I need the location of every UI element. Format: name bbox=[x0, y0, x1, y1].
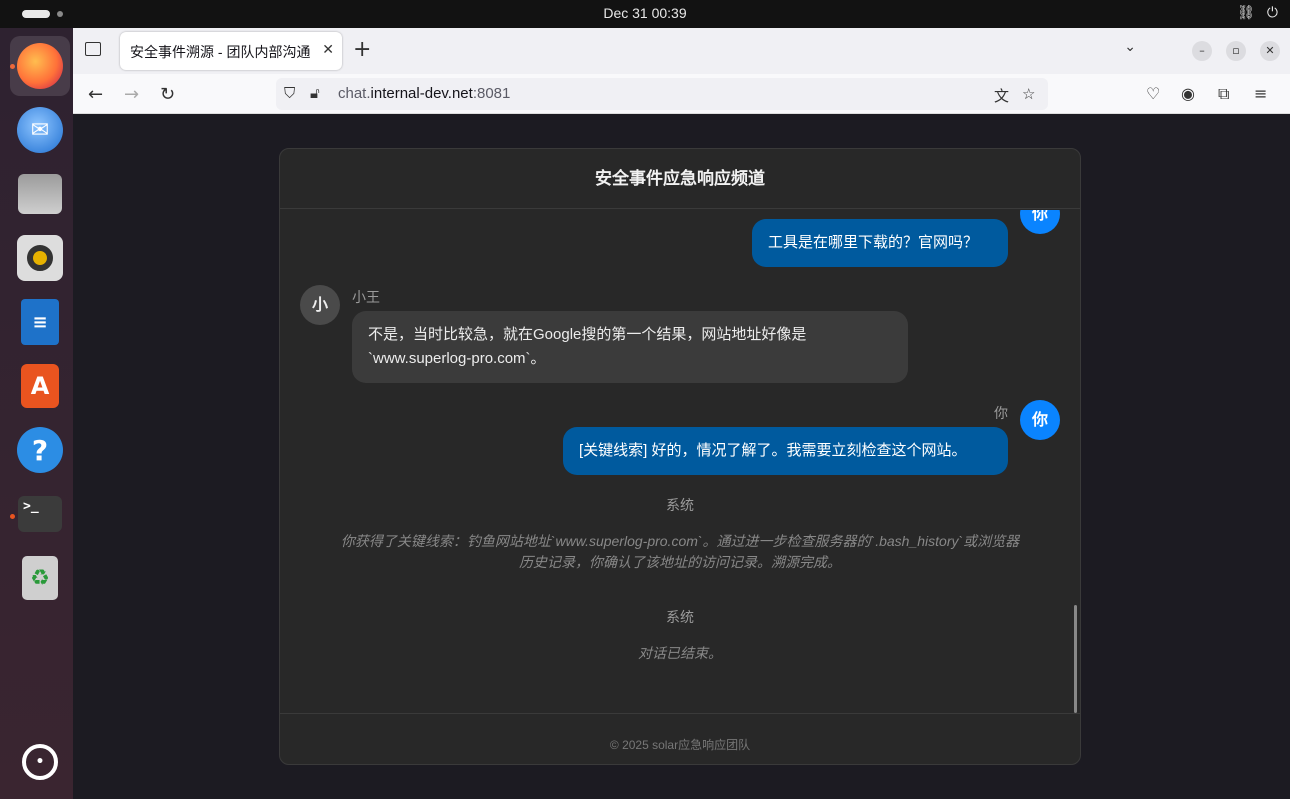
bookmark-star-icon[interactable]: ☆ bbox=[1022, 85, 1035, 103]
dock-firefox[interactable] bbox=[10, 36, 70, 96]
thunderbird-icon: ✉ bbox=[17, 107, 63, 153]
system-message: 你获得了关键线索：钓鱼网站地址`www.superlog-pro.com`。通过… bbox=[340, 533, 1020, 570]
other-message-bubble: 不是，当时比较急，就在Google搜的第一个结果，网站地址好像是`www.sup… bbox=[352, 311, 908, 383]
forward-icon[interactable]: → bbox=[124, 84, 139, 105]
sender-name: 你 bbox=[994, 406, 1008, 422]
dock-writer[interactable]: ≡ bbox=[10, 292, 70, 352]
my-avatar: 你 bbox=[1020, 210, 1060, 234]
system-sender: 系统 bbox=[666, 498, 694, 514]
app-center-icon: A bbox=[21, 364, 59, 408]
dock-terminal[interactable]: >_ bbox=[10, 484, 70, 544]
pocket-icon[interactable]: ♡ bbox=[1146, 84, 1160, 103]
firefox-icon bbox=[17, 43, 63, 89]
rhythmbox-icon bbox=[17, 235, 63, 281]
tab-title: 安全事件溯源 - 团队内部沟通 bbox=[130, 44, 311, 60]
dock-files[interactable] bbox=[10, 164, 70, 224]
sender-name: 小王 bbox=[352, 290, 380, 306]
tab-active[interactable]: 安全事件溯源 - 团队内部沟通 ✕ bbox=[120, 32, 342, 70]
dock: ✉ ≡ A ? >_ ♻ • bbox=[0, 28, 73, 799]
system-clock[interactable]: Dec 31 00:39 bbox=[0, 5, 1290, 21]
chat-panel: 安全事件应急响应频道 你 工具是在哪里下载的？官网吗？ 小 小王 不是，当时比较… bbox=[279, 148, 1081, 765]
my-message-bubble: [关键线索] 好的，情况了解了。我需要立刻检查这个网站。 bbox=[563, 427, 1008, 475]
message-list[interactable]: 你 工具是在哪里下载的？官网吗？ 小 小王 不是，当时比较急，就在Google搜… bbox=[280, 210, 1080, 714]
my-message-bubble: 工具是在哪里下载的？官网吗？ bbox=[752, 219, 1008, 267]
tab-list-chevron-icon[interactable]: ⌄ bbox=[1124, 39, 1136, 55]
tracking-shield-icon[interactable]: ⛉ bbox=[284, 85, 295, 102]
network-icon[interactable]: ⛓ bbox=[1237, 5, 1255, 21]
reload-icon[interactable]: ↻ bbox=[160, 84, 175, 105]
help-icon: ? bbox=[17, 427, 63, 473]
url-text[interactable]: chat.internal-dev.net:8081 bbox=[338, 85, 510, 102]
account-icon[interactable]: ◉ bbox=[1181, 84, 1195, 103]
new-tab-icon[interactable]: + bbox=[353, 37, 371, 62]
navigation-bar: ← → ↻ ⛉ 🔓︎ chat.internal-dev.net:8081 文 … bbox=[73, 74, 1290, 114]
ubuntu-icon: • bbox=[22, 744, 58, 780]
system-tray[interactable]: ⛓ ⏻ bbox=[1237, 5, 1278, 21]
dock-thunderbird[interactable]: ✉ bbox=[10, 100, 70, 160]
translate-icon[interactable]: 文 bbox=[994, 85, 1009, 106]
browser-window: 安全事件溯源 - 团队内部沟通 ✕ + ⌄ – ▫ ✕ ← → ↻ ⛉ 🔓︎ c… bbox=[73, 28, 1290, 799]
dock-app-center[interactable]: A bbox=[10, 356, 70, 416]
writer-icon: ≡ bbox=[21, 299, 59, 345]
dock-help[interactable]: ? bbox=[10, 420, 70, 480]
chat-footer: © 2025 solar应急响应团队 bbox=[280, 713, 1080, 764]
system-top-bar: Dec 31 00:39 ⛓ ⏻ bbox=[0, 0, 1290, 28]
chat-title: 安全事件应急响应频道 bbox=[280, 149, 1080, 209]
firefox-view-icon[interactable] bbox=[85, 42, 101, 56]
terminal-icon: >_ bbox=[18, 496, 62, 532]
close-window-icon[interactable]: ✕ bbox=[1260, 41, 1280, 61]
power-icon[interactable]: ⏻ bbox=[1267, 5, 1278, 21]
back-icon[interactable]: ← bbox=[88, 84, 103, 105]
trash-icon: ♻ bbox=[22, 556, 58, 600]
tab-close-icon[interactable]: ✕ bbox=[322, 41, 334, 58]
dock-rhythmbox[interactable] bbox=[10, 228, 70, 288]
menu-icon[interactable]: ≡ bbox=[1254, 84, 1267, 103]
my-avatar: 你 bbox=[1020, 400, 1060, 440]
dock-show-apps[interactable]: • bbox=[10, 732, 70, 792]
files-icon bbox=[18, 174, 62, 214]
dock-trash[interactable]: ♻ bbox=[10, 548, 70, 608]
page-content: 安全事件应急响应频道 你 工具是在哪里下载的？官网吗？ 小 小王 不是，当时比较… bbox=[73, 115, 1290, 799]
system-sender: 系统 bbox=[666, 610, 694, 626]
extensions-icon[interactable]: ⧉ bbox=[1218, 84, 1229, 104]
message-scrollbar[interactable] bbox=[1074, 605, 1077, 713]
url-bar[interactable]: ⛉ 🔓︎ chat.internal-dev.net:8081 文 ☆ bbox=[276, 78, 1048, 110]
other-avatar: 小 bbox=[300, 285, 340, 325]
system-message: 对话已结束。 bbox=[638, 645, 722, 661]
maximize-icon[interactable]: ▫ bbox=[1226, 41, 1246, 61]
minimize-icon[interactable]: – bbox=[1192, 41, 1212, 61]
insecure-lock-icon[interactable]: 🔓︎ bbox=[310, 85, 320, 102]
tab-bar: 安全事件溯源 - 团队内部沟通 ✕ + ⌄ – ▫ ✕ bbox=[73, 28, 1290, 74]
